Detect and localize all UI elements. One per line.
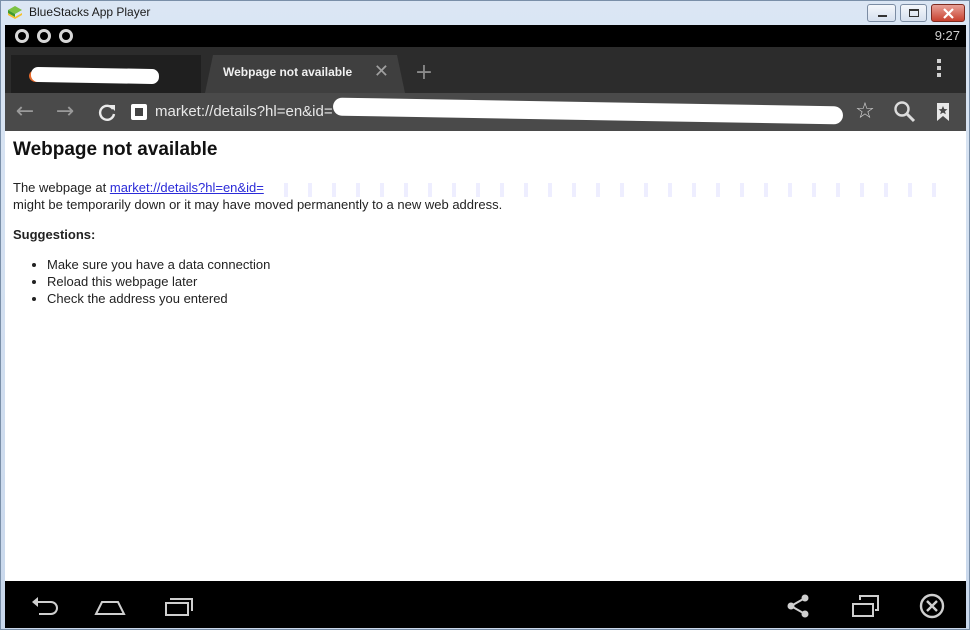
webpage-content: Webpage not available The webpage at mar… bbox=[5, 131, 966, 581]
intro-prefix: The webpage at bbox=[13, 180, 107, 195]
forward-arrow-icon[interactable]: → bbox=[51, 98, 79, 126]
share-icon[interactable] bbox=[781, 592, 815, 620]
redacted-link-part bbox=[263, 182, 944, 197]
suggestions-list: Make sure you have a data connection Rel… bbox=[47, 256, 958, 307]
error-description: The webpage at market://details?hl=en&id… bbox=[13, 179, 958, 213]
minimize-button[interactable] bbox=[867, 4, 896, 22]
overflow-menu-icon[interactable] bbox=[933, 57, 945, 83]
list-item: Check the address you entered bbox=[47, 290, 958, 307]
browser-tab-bar: Webpage not available ✕ + bbox=[5, 47, 966, 93]
android-back-icon[interactable] bbox=[29, 592, 63, 620]
minimize-icon bbox=[878, 15, 887, 17]
page-favicon-icon bbox=[131, 104, 147, 120]
page-title: Webpage not available bbox=[13, 139, 218, 160]
browser-toolbar: ← → market://details?hl=en&id= ☆ bbox=[5, 93, 966, 131]
maximize-button[interactable] bbox=[900, 4, 927, 22]
close-icon bbox=[943, 8, 954, 19]
android-recents-icon[interactable] bbox=[161, 592, 195, 620]
failed-url-link[interactable]: market://details?hl=en&id= bbox=[110, 180, 264, 195]
reload-icon[interactable] bbox=[93, 98, 121, 126]
tab-title: Webpage not available bbox=[223, 65, 353, 79]
browser-tab-inactive[interactable] bbox=[11, 55, 201, 93]
redacted-tab-title bbox=[30, 66, 160, 85]
address-bar[interactable]: market://details?hl=en&id= bbox=[127, 97, 855, 126]
list-item: Reload this webpage later bbox=[47, 273, 958, 290]
search-icon[interactable] bbox=[891, 98, 919, 126]
app-window: BlueStacks App Player 9:27 Webpage not a… bbox=[0, 0, 970, 630]
address-url: market://details?hl=en&id= bbox=[155, 103, 333, 120]
bluestacks-logo-icon bbox=[8, 6, 22, 19]
android-home-icon[interactable] bbox=[93, 592, 127, 620]
rotate-icon[interactable] bbox=[849, 592, 883, 620]
list-item: Make sure you have a data connection bbox=[47, 256, 958, 273]
window-titlebar[interactable]: BlueStacks App Player bbox=[1, 1, 969, 25]
close-tab-icon[interactable]: ✕ bbox=[374, 61, 389, 82]
intro-suffix: might be temporarily down or it may have… bbox=[13, 197, 503, 212]
android-status-bar: 9:27 bbox=[5, 25, 966, 47]
status-clock: 9:27 bbox=[934, 28, 960, 43]
notification-icon bbox=[59, 29, 73, 43]
notification-icon bbox=[37, 29, 51, 43]
close-circle-icon[interactable] bbox=[915, 592, 949, 620]
new-tab-button[interactable]: + bbox=[410, 59, 438, 87]
bookmarks-icon[interactable] bbox=[931, 100, 955, 124]
window-title: BlueStacks App Player bbox=[29, 5, 151, 19]
back-arrow-icon[interactable]: ← bbox=[11, 98, 39, 126]
maximize-icon bbox=[909, 9, 919, 17]
suggestions-heading: Suggestions: bbox=[13, 227, 96, 242]
android-navigation-bar bbox=[5, 584, 966, 628]
star-icon[interactable]: ☆ bbox=[851, 98, 879, 126]
browser-tab-active[interactable]: Webpage not available ✕ bbox=[205, 55, 405, 93]
notification-icon bbox=[15, 29, 29, 43]
android-screen: 9:27 Webpage not available ✕ + ← → marke… bbox=[5, 25, 966, 628]
redacted-url-part bbox=[332, 97, 844, 125]
close-window-button[interactable] bbox=[931, 4, 965, 22]
